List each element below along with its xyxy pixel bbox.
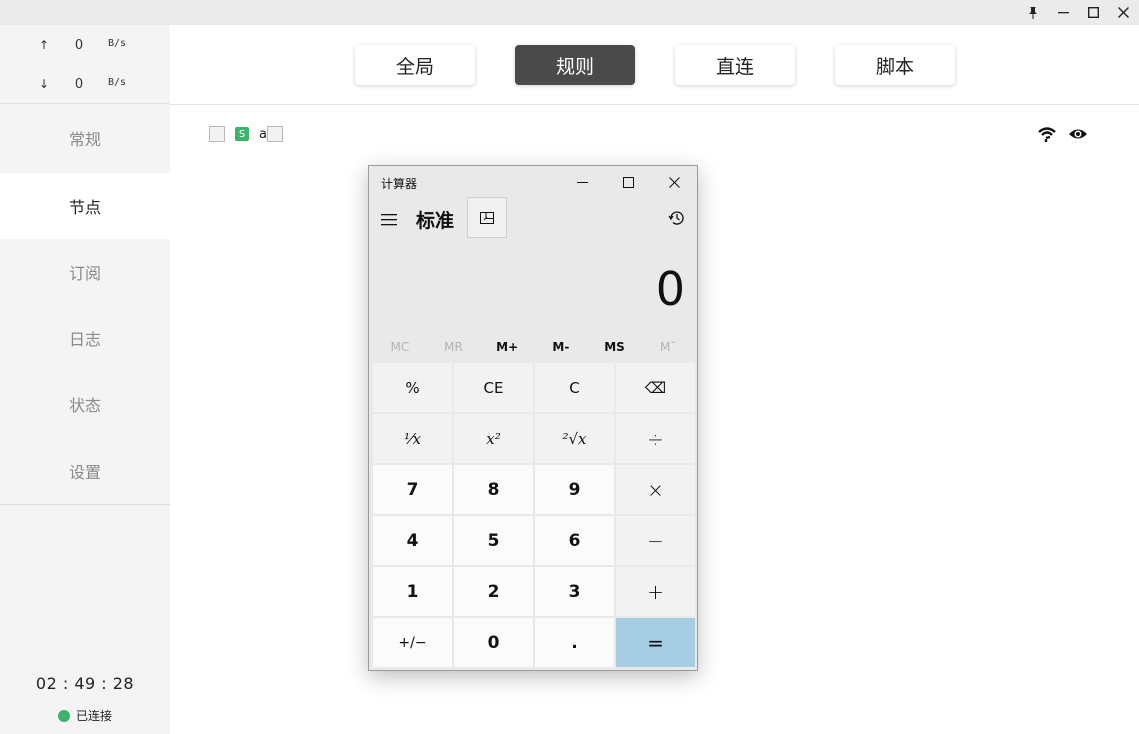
connection-status-label: 已连接: [76, 709, 113, 723]
memory-recall-button[interactable]: MR: [427, 336, 481, 358]
history-icon[interactable]: [668, 209, 686, 231]
broken-image-icon: [266, 126, 283, 142]
memory-add-button[interactable]: M+: [480, 336, 534, 358]
digit-5-button[interactable]: 5: [454, 516, 533, 565]
upload-arrow-icon: ↑: [39, 38, 50, 52]
clear-button[interactable]: C: [535, 363, 614, 412]
sidebar-item-subscriptions[interactable]: 订阅: [0, 239, 170, 305]
clear-entry-button[interactable]: CE: [454, 363, 533, 412]
uptime-clock: 02 : 49 : 28: [35, 674, 135, 693]
square-root-button[interactable]: ²√x: [535, 414, 614, 463]
sidebar-item-nodes[interactable]: 节点: [0, 173, 170, 239]
memory-clear-button[interactable]: MC: [373, 336, 427, 358]
calc-minimize-icon[interactable]: [559, 166, 605, 198]
add-button[interactable]: +: [616, 567, 695, 616]
decimal-button[interactable]: .: [535, 618, 614, 667]
right-status-icons: [1037, 124, 1088, 148]
percent-button[interactable]: %: [373, 363, 452, 412]
download-unit: B/s: [108, 77, 127, 88]
subtract-button[interactable]: −: [616, 516, 695, 565]
digit-2-button[interactable]: 2: [454, 567, 533, 616]
minimize-icon[interactable]: [1048, 0, 1078, 25]
digit-4-button[interactable]: 4: [373, 516, 452, 565]
connection-dot-icon: [58, 709, 70, 722]
upload-unit: B/s: [108, 38, 127, 49]
digit-1-button[interactable]: 1: [373, 567, 452, 616]
mode-rule-button[interactable]: 规则: [515, 45, 635, 85]
calc-maximize-icon[interactable]: [605, 166, 651, 198]
status-text: a: [259, 126, 267, 142]
pin-icon[interactable]: [1018, 0, 1048, 25]
download-value: 0: [74, 77, 84, 92]
download-speed: ↓ 0 B/s: [0, 77, 170, 97]
sidebar-divider: [0, 504, 170, 505]
sidebar-item-logs[interactable]: 日志: [0, 305, 170, 371]
sidebar-item-general[interactable]: 常规: [0, 105, 170, 171]
mode-global-button[interactable]: 全局: [355, 45, 475, 85]
multiply-button[interactable]: ×: [616, 465, 695, 514]
digit-6-button[interactable]: 6: [535, 516, 614, 565]
calculator-title: 计算器: [381, 177, 418, 191]
digit-9-button[interactable]: 9: [535, 465, 614, 514]
mode-direct-button[interactable]: 直连: [675, 45, 795, 85]
sidebar-item-settings[interactable]: 设置: [0, 438, 170, 504]
sidebar-item-status[interactable]: 状态: [0, 371, 170, 437]
download-arrow-icon: ↓: [39, 77, 50, 91]
negate-button[interactable]: +/−: [373, 618, 452, 667]
upload-speed: ↑ 0 B/s: [0, 38, 170, 58]
backspace-button[interactable]: ⌫: [616, 363, 695, 412]
wifi-icon[interactable]: [1037, 124, 1057, 148]
status-row: S a: [209, 126, 283, 142]
s-badge: S: [235, 127, 249, 141]
digit-3-button[interactable]: 3: [535, 567, 614, 616]
calculator-display: 0: [655, 262, 685, 316]
calculator-window: 计算器 标准 0 MC MR M+ M- MS M˘ % CE C ⌫ ⅟x x…: [368, 165, 698, 671]
digit-7-button[interactable]: 7: [373, 465, 452, 514]
sidebar: ↑ 0 B/s ↓ 0 B/s 常规 节点 订阅 日志 状态 设置 02 : 4…: [0, 25, 170, 734]
calculator-titlebar: 计算器: [369, 166, 697, 198]
digit-0-button[interactable]: 0: [454, 618, 533, 667]
eye-icon[interactable]: [1068, 124, 1088, 148]
maximize-icon[interactable]: [1078, 0, 1108, 25]
close-icon[interactable]: [1108, 0, 1138, 25]
calculator-mode-title: 标准: [416, 210, 455, 232]
digit-8-button[interactable]: 8: [454, 465, 533, 514]
equals-button[interactable]: =: [616, 618, 695, 667]
keep-on-top-icon[interactable]: [467, 197, 507, 238]
window-titlebar: [0, 0, 1139, 25]
memory-list-button[interactable]: M˘: [641, 336, 695, 358]
square-button[interactable]: x²: [454, 414, 533, 463]
mode-bar: 全局 规则 直连 脚本: [170, 25, 1139, 105]
traffic-panel: ↑ 0 B/s ↓ 0 B/s: [0, 25, 170, 104]
divide-button[interactable]: ÷: [616, 414, 695, 463]
memory-store-button[interactable]: MS: [588, 336, 642, 358]
hamburger-menu-icon[interactable]: [381, 211, 397, 230]
memory-subtract-button[interactable]: M-: [534, 336, 588, 358]
calc-close-icon[interactable]: [651, 166, 697, 198]
connection-status: 已连接: [58, 707, 112, 724]
memory-row: MC MR M+ M- MS M˘: [373, 336, 695, 358]
broken-image-icon: [209, 126, 225, 142]
reciprocal-button[interactable]: ⅟x: [373, 414, 452, 463]
mode-script-button[interactable]: 脚本: [835, 45, 955, 85]
upload-value: 0: [74, 38, 84, 53]
